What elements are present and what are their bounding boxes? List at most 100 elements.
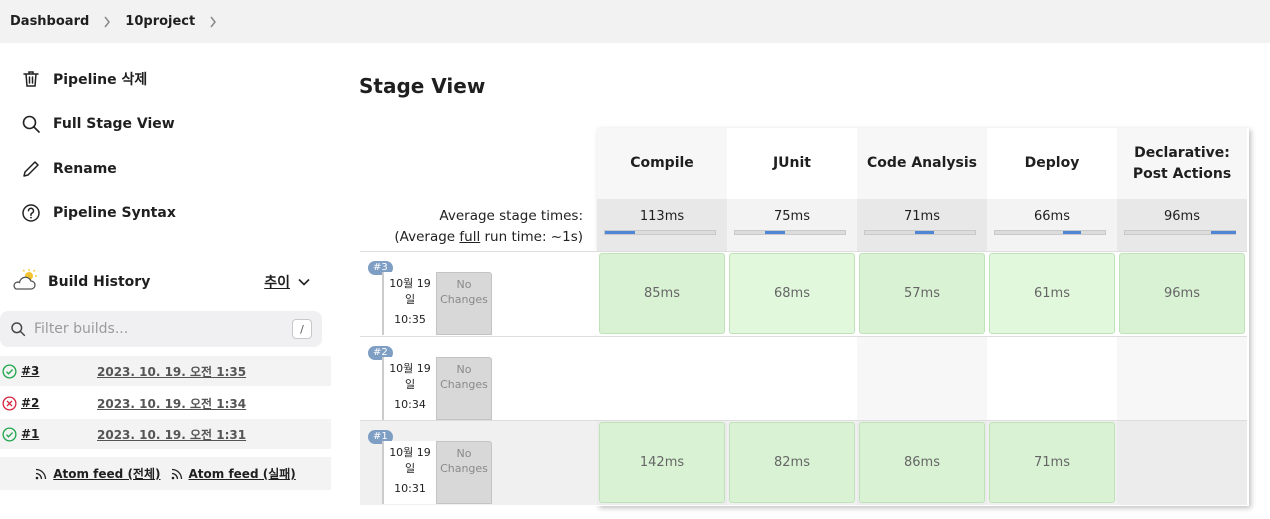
stage-average-bar	[1124, 230, 1236, 235]
run-date: 10월 19 일 10:31	[382, 441, 436, 504]
changes-line1: No	[456, 363, 472, 376]
stage-name: Deploy	[1025, 153, 1080, 174]
changes-line2: Changes	[440, 378, 488, 391]
stage-average-bar	[994, 230, 1106, 235]
chevron-down-icon	[298, 278, 310, 286]
no-changes-box[interactable]: No Changes	[436, 272, 492, 335]
rss-icon	[35, 468, 47, 479]
changes-line2: Changes	[440, 293, 488, 306]
task-label: Rename	[53, 161, 117, 177]
stage-cell-bg	[727, 336, 857, 420]
changes-line2: Changes	[440, 462, 488, 475]
filter-builds: /	[0, 311, 322, 347]
task-label: Pipeline Syntax	[53, 205, 176, 221]
stage-cell-success[interactable]: 57ms	[859, 253, 985, 334]
trend-dropdown[interactable]: 추이	[264, 272, 310, 292]
task-pipeline-syntax[interactable]: Pipeline Syntax	[20, 202, 176, 224]
search-icon	[11, 322, 26, 337]
keyboard-shortcut-hint: /	[292, 319, 312, 339]
chevron-right-icon[interactable]	[209, 16, 217, 28]
stage-header-2: JUnit	[727, 128, 857, 199]
breadcrumb-dashboard[interactable]: Dashboard	[10, 14, 89, 29]
run-time-text: 10:34	[394, 398, 426, 411]
build-date-link[interactable]: 2023. 10. 19. 오전 1:35	[97, 363, 246, 380]
help-circle-icon	[20, 202, 42, 224]
full-run-time-link[interactable]: full	[459, 229, 480, 245]
failed-x-icon	[2, 395, 17, 411]
build-history-header: Build History 추이	[10, 268, 320, 296]
stage-average-fill	[915, 231, 934, 234]
stage-name-line1: Code Analysis	[867, 155, 977, 171]
trend-label: 추이	[264, 275, 290, 291]
stage-average-time: 66ms	[1034, 209, 1070, 224]
avg-prefix: (Average	[394, 229, 460, 245]
stage-average: 75ms	[727, 199, 857, 251]
rss-icon	[171, 468, 182, 479]
build-number-link[interactable]: #3	[21, 364, 97, 378]
stage-name-line1: JUnit	[772, 155, 812, 171]
run-time-text: 10:31	[394, 482, 426, 495]
no-changes-box[interactable]: No Changes	[436, 357, 492, 420]
stage-cell-success[interactable]: 82ms	[729, 422, 855, 503]
stage-cell-success[interactable]: 68ms	[729, 253, 855, 334]
stage-cell-bg	[857, 336, 987, 420]
build-row: #2 2023. 10. 19. 오전 1:34	[0, 388, 331, 418]
stage-cell-success[interactable]: 86ms	[859, 422, 985, 503]
stage-header-4: Deploy	[987, 128, 1117, 199]
stage-average-bar	[734, 230, 846, 235]
run-day-text: 일	[404, 462, 416, 475]
run-date-text: 10월 19	[389, 446, 431, 459]
run-header-1[interactable]: #1 10월 19 일 10:31 No Changes	[360, 420, 597, 505]
stage-average-time: 113ms	[639, 209, 685, 224]
task-full-stage-view[interactable]: Full Stage View	[20, 113, 175, 135]
build-date-link[interactable]: 2023. 10. 19. 오전 1:31	[97, 426, 246, 443]
avg-line1: Average stage times:	[439, 208, 583, 224]
trash-icon	[20, 68, 42, 90]
stage-average-time: 75ms	[774, 209, 810, 224]
stage-name-line1: Compile	[630, 155, 694, 171]
stage-average-bar	[864, 230, 976, 235]
run-header-3[interactable]: #3 10월 19 일 10:35 No Changes	[360, 251, 597, 335]
stage-name: Compile	[630, 153, 694, 174]
stage-average-fill	[605, 231, 635, 234]
stage-cell-success[interactable]: 142ms	[599, 422, 725, 503]
stage-average: 71ms	[857, 199, 987, 251]
avg-suffix: run time: ~1s)	[480, 229, 583, 245]
stage-cell-success[interactable]: 61ms	[989, 253, 1115, 334]
stage-cell-bg	[987, 336, 1117, 420]
build-number-link[interactable]: #1	[21, 427, 97, 441]
atom-feed-all-link[interactable]: Atom feed (전체)	[35, 465, 161, 482]
run-header-2[interactable]: #2 10월 19 일 10:34 No Changes	[360, 336, 597, 420]
pencil-icon	[20, 158, 42, 180]
stage-name-line2: Post Actions	[1132, 165, 1232, 182]
stage-name: Declarative: Post Actions	[1133, 143, 1231, 185]
build-number-link[interactable]: #2	[21, 396, 97, 410]
stage-cell-success[interactable]: 85ms	[599, 253, 725, 334]
success-check-icon	[2, 426, 17, 442]
no-changes-box[interactable]: No Changes	[436, 441, 492, 504]
stage-average: 96ms	[1117, 199, 1247, 251]
run-date-text: 10월 19	[389, 277, 431, 290]
stage-average: 66ms	[987, 199, 1117, 251]
breadcrumb: Dashboard 10project	[0, 0, 1270, 43]
build-row: #3 2023. 10. 19. 오전 1:35	[0, 356, 331, 386]
atom-feed-failed-link[interactable]: Atom feed (실패)	[171, 465, 296, 482]
task-delete-pipeline[interactable]: Pipeline 삭제	[20, 68, 147, 90]
breadcrumb-10project[interactable]: 10project	[125, 14, 195, 29]
stage-header-1: Compile	[597, 128, 727, 199]
stage-name: JUnit	[773, 153, 811, 174]
stage-average-fill	[1211, 231, 1236, 234]
stage-cell-bg	[597, 336, 727, 420]
stage-cell-success[interactable]: 96ms	[1119, 253, 1245, 334]
changes-line1: No	[456, 278, 472, 291]
stage-cell-bg	[1117, 420, 1247, 505]
stage-header-3: Code Analysis	[857, 128, 987, 199]
stage-average-time: 96ms	[1164, 209, 1200, 224]
stage-average-fill	[765, 231, 785, 234]
task-rename[interactable]: Rename	[20, 158, 117, 180]
stage-average-bar	[604, 230, 716, 235]
feed-label: Atom feed (전체)	[53, 467, 161, 481]
filter-builds-input[interactable]	[34, 321, 274, 337]
stage-cell-success[interactable]: 71ms	[989, 422, 1115, 503]
build-date-link[interactable]: 2023. 10. 19. 오전 1:34	[97, 395, 246, 412]
